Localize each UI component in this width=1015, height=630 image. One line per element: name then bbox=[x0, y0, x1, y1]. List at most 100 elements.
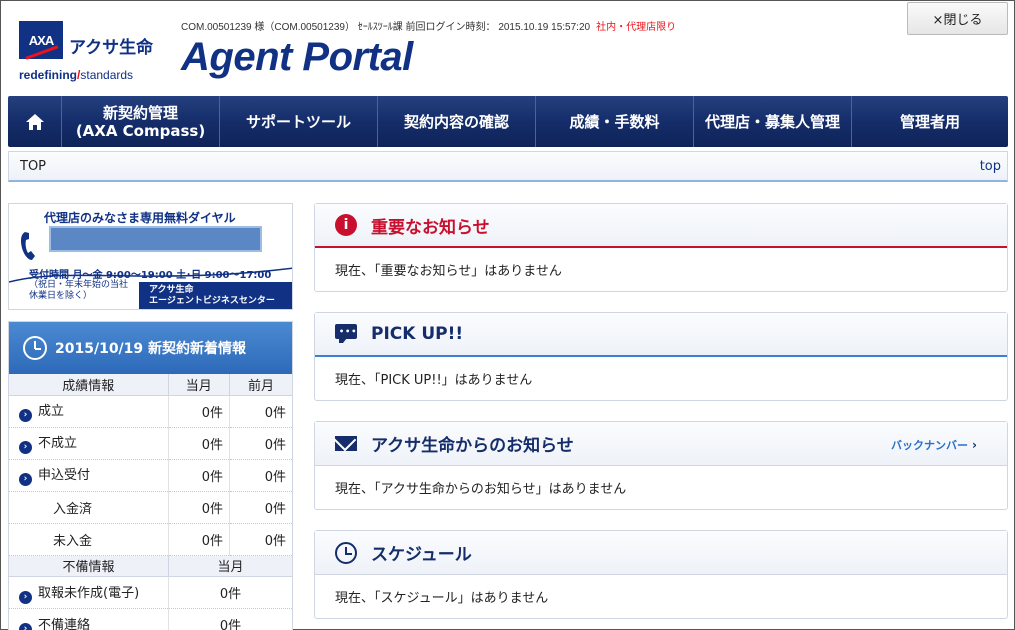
nav-new-contract[interactable]: 新契約管理 (AXA Compass) bbox=[62, 96, 220, 147]
row-previous: 0件 bbox=[229, 459, 292, 492]
tagline-rest: standards bbox=[80, 68, 134, 82]
row-previous: 0件 bbox=[229, 491, 292, 524]
notice-important-header: i 重要なお知らせ bbox=[315, 204, 1007, 248]
info-panel-header: 2015/10/19 新契約新着情報 bbox=[9, 322, 292, 374]
main-nav: 新契約管理 (AXA Compass) サポートツール 契約内容の確認 成績・手… bbox=[8, 96, 1008, 147]
row-label-text: 不成立 bbox=[38, 436, 78, 451]
row-label[interactable]: › 取報未作成(電子) bbox=[9, 576, 170, 609]
important-icon: i bbox=[335, 214, 357, 236]
deficiency-table: 不備情報 当月 › 取報未作成(電子) 0件 › 不備連絡 0件 bbox=[9, 555, 292, 630]
row-label[interactable]: › 不成立 bbox=[9, 427, 169, 460]
nav-support-tools[interactable]: サポートツール bbox=[220, 96, 378, 147]
breadcrumb-top-link[interactable]: top bbox=[980, 159, 1001, 174]
dial-center-line2: エージェントビジネスセンター bbox=[149, 296, 275, 306]
nav-admin-label: 管理者用 bbox=[899, 112, 960, 131]
row-label-text: 成立 bbox=[38, 404, 65, 419]
back-number-link[interactable]: バックナンバー › bbox=[891, 437, 977, 453]
info-panel-title: 2015/10/19 新契約新着情報 bbox=[55, 341, 247, 357]
nav-performance-fees[interactable]: 成績・手数料 bbox=[536, 96, 694, 147]
dial-title: 代理店のみなさま専用無料ダイヤル bbox=[44, 211, 236, 225]
col-header-current-month: 当月 bbox=[168, 374, 231, 396]
breadcrumb: TOP top bbox=[8, 151, 1008, 182]
row-label-text: 取報未作成(電子) bbox=[38, 585, 140, 601]
table-row[interactable]: › 取報未作成(電子) 0件 bbox=[9, 576, 292, 609]
notice-schedule-title: スケジュール bbox=[371, 545, 472, 565]
chevron-right-icon: › bbox=[19, 590, 32, 604]
mail-icon bbox=[335, 436, 357, 451]
table-row[interactable]: › 成立 0件 0件 bbox=[9, 395, 292, 428]
close-button[interactable]: ×閉じる bbox=[907, 2, 1008, 35]
notice-axa-body: 現在、「アクサ生命からのお知らせ」はありません bbox=[335, 482, 627, 497]
schedule-icon bbox=[335, 541, 357, 564]
chevron-right-icon: › bbox=[19, 441, 32, 454]
row-label[interactable]: › 不備連絡 bbox=[9, 608, 170, 630]
row-current: 0件 bbox=[168, 523, 231, 556]
row-previous: 0件 bbox=[229, 395, 292, 428]
dial-center-line1: アクサ生命 bbox=[149, 285, 194, 295]
dial-number-redacted bbox=[49, 226, 262, 252]
home-icon bbox=[25, 113, 44, 130]
notice-important: i 重要なお知らせ 現在、「重要なお知らせ」はありません bbox=[314, 203, 1008, 292]
dial-center-name: アクサ生命 エージェントビジネスセンター bbox=[139, 282, 292, 309]
axa-logo[interactable]: AXA アクサ生命 redefining/standards bbox=[19, 21, 154, 83]
table-header-row: 不備情報 当月 bbox=[9, 555, 292, 577]
table-row: 入金済 0件 0件 bbox=[9, 491, 292, 524]
notice-axa-header: アクサ生命からのお知らせ バックナンバー › bbox=[315, 422, 1007, 466]
notice-schedule: スケジュール 現在、「スケジュール」はありません bbox=[314, 530, 1008, 619]
row-label-text: 申込受付 bbox=[38, 468, 91, 483]
performance-table: 成績情報 当月 前月 › 成立 0件 0件 › 不成立 0件 0件 › 申込受付 0件… bbox=[9, 374, 292, 556]
row-current: 0件 bbox=[168, 459, 231, 492]
nav-admin[interactable]: 管理者用 bbox=[852, 96, 1008, 147]
row-current: 0件 bbox=[168, 608, 292, 630]
row-previous: 0件 bbox=[229, 523, 292, 556]
row-current: 0件 bbox=[168, 491, 231, 524]
clock-icon bbox=[23, 336, 47, 360]
table-row[interactable]: › 不成立 0件 0件 bbox=[9, 427, 292, 460]
table-row[interactable]: › 申込受付 0件 0件 bbox=[9, 459, 292, 492]
brand-mark-text: AXA bbox=[28, 32, 54, 48]
table-row: 未入金 0件 0件 bbox=[9, 523, 292, 556]
notice-important-body: 現在、「重要なお知らせ」はありません bbox=[335, 264, 562, 279]
new-contract-info-panel: 2015/10/19 新契約新着情報 成績情報 当月 前月 › 成立 0件 0件 … bbox=[8, 321, 293, 630]
login-info-text: COM.00501239 様（COM.00501239） ｾｰﾙｽﾂｰﾙ課 前回… bbox=[181, 22, 591, 33]
row-label-text: 入金済 bbox=[9, 491, 169, 524]
back-number-label: バックナンバー bbox=[891, 439, 969, 452]
nav-performance-fees-label: 成績・手数料 bbox=[569, 112, 660, 131]
row-current: 0件 bbox=[168, 576, 292, 609]
row-label-text: 未入金 bbox=[9, 523, 169, 556]
table-row[interactable]: › 不備連絡 0件 bbox=[9, 608, 292, 630]
table-header-row: 成績情報 当月 前月 bbox=[9, 374, 292, 396]
row-previous: 0件 bbox=[229, 427, 292, 460]
dial-note-line2: 休業日を除く） bbox=[29, 291, 93, 301]
notice-schedule-header: スケジュール bbox=[315, 531, 1007, 575]
brand-tagline: redefining/standards bbox=[19, 68, 133, 82]
brand-name: アクサ生命 bbox=[69, 38, 154, 58]
row-label[interactable]: › 申込受付 bbox=[9, 459, 169, 492]
chevron-right-icon: › bbox=[19, 473, 32, 486]
col-header-current-month: 当月 bbox=[168, 555, 292, 577]
breadcrumb-current: TOP bbox=[20, 158, 47, 174]
free-dial-banner[interactable]: 代理店のみなさま専用無料ダイヤル 受付時間 月～金 9:00～19:00 土･日… bbox=[8, 203, 293, 310]
chevron-right-icon: › bbox=[972, 438, 977, 452]
row-current: 0件 bbox=[168, 427, 231, 460]
row-label-text: 不備連絡 bbox=[38, 617, 91, 630]
row-current: 0件 bbox=[168, 395, 231, 428]
nav-home[interactable] bbox=[8, 96, 62, 147]
row-label[interactable]: › 成立 bbox=[9, 395, 169, 428]
notice-pickup: ••• PICK UP!! 現在、「PICK UP!!」はありません bbox=[314, 312, 1008, 401]
chevron-right-icon: › bbox=[19, 622, 32, 630]
chevron-right-icon: › bbox=[19, 409, 32, 422]
dial-note: （祝日・年末年始の当社 休業日を除く） bbox=[29, 280, 128, 302]
notice-pickup-header: ••• PICK UP!! bbox=[315, 313, 1007, 357]
phone-icon bbox=[21, 232, 35, 260]
nav-agency-management[interactable]: 代理店・募集人管理 bbox=[694, 96, 852, 147]
chat-icon: ••• bbox=[335, 324, 357, 344]
header: AXA アクサ生命 redefining/standards COM.00501… bbox=[1, 1, 1015, 95]
notice-important-title: 重要なお知らせ bbox=[371, 217, 490, 238]
nav-agency-management-label: 代理店・募集人管理 bbox=[704, 112, 840, 131]
nav-contract-check[interactable]: 契約内容の確認 bbox=[378, 96, 536, 147]
notice-axa: アクサ生命からのお知らせ バックナンバー › 現在、「アクサ生命からのお知らせ」は… bbox=[314, 421, 1008, 510]
dial-hours: 受付時間 月～金 9:00～19:00 土･日 9:00～17:00 bbox=[29, 270, 272, 281]
notice-pickup-title: PICK UP!! bbox=[371, 324, 464, 344]
notice-pickup-body: 現在、「PICK UP!!」はありません bbox=[335, 373, 533, 388]
